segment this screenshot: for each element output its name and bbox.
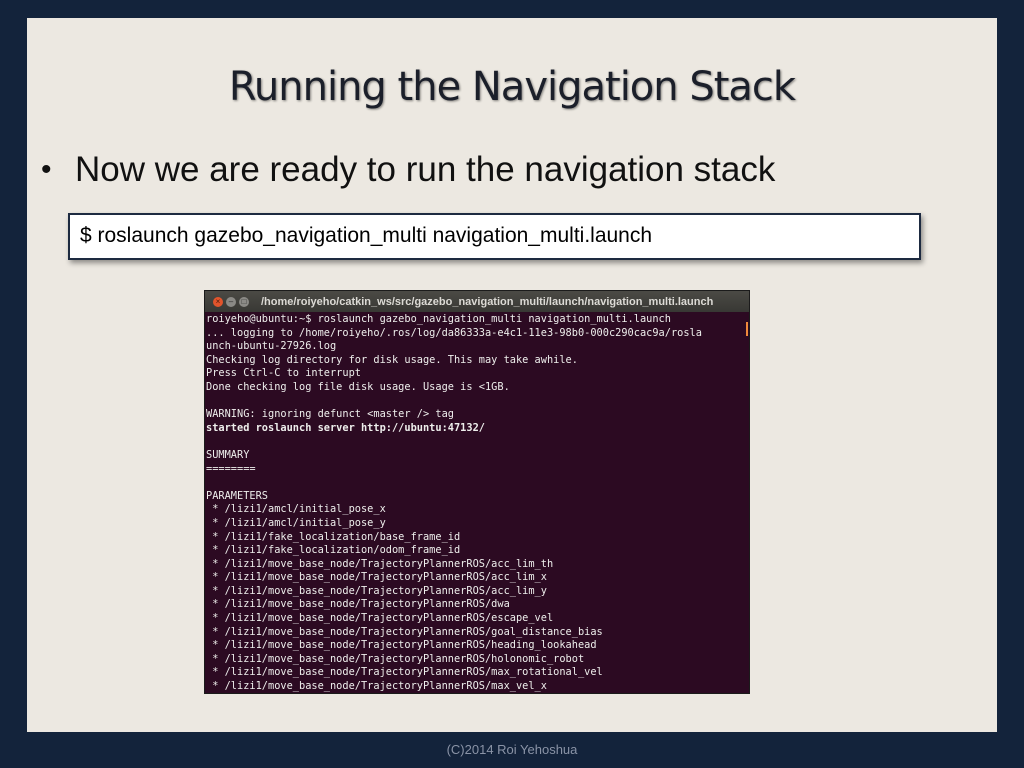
terminal-line: * /lizi1/move_base_node/TrajectoryPlanne… bbox=[206, 680, 547, 693]
terminal-line: * /lizi1/move_base_node/TrajectoryPlanne… bbox=[206, 584, 547, 597]
terminal-line: ======== bbox=[206, 462, 256, 475]
terminal-line: Checking log directory for disk usage. T… bbox=[206, 353, 578, 366]
terminal-line: SUMMARY bbox=[206, 448, 250, 461]
terminal-line: * /lizi1/move_base_node/TrajectoryPlanne… bbox=[206, 652, 585, 665]
terminal-line: roiyeho@ubuntu:~$ roslaunch gazebo_navig… bbox=[206, 313, 671, 325]
slide: Running the Navigation Stack • Now we ar… bbox=[27, 18, 997, 732]
terminal-title: /home/roiyeho/catkin_ws/src/gazebo_navig… bbox=[261, 295, 714, 308]
terminal-cursor bbox=[746, 322, 748, 336]
terminal-titlebar[interactable]: × – □ /home/roiyeho/catkin_ws/src/gazebo… bbox=[205, 291, 749, 312]
bullet-item: • Now we are ready to run the navigation… bbox=[39, 150, 775, 190]
terminal-line: * /lizi1/move_base_node/TrajectoryPlanne… bbox=[206, 625, 603, 638]
terminal-line: * /lizi1/fake_localization/odom_frame_id bbox=[206, 544, 461, 557]
terminal-line: * /lizi1/move_base_node/TrajectoryPlanne… bbox=[206, 598, 510, 611]
close-icon[interactable]: × bbox=[213, 296, 223, 307]
terminal-line: * /lizi1/move_base_node/TrajectoryPlanne… bbox=[206, 571, 547, 584]
terminal-line: * /lizi1/move_base_node/TrajectoryPlanne… bbox=[206, 612, 554, 625]
terminal-line: * /lizi1/move_base_node/TrajectoryPlanne… bbox=[206, 639, 597, 652]
terminal-line: ... logging to /home/roiyeho/.ros/log/da… bbox=[206, 326, 702, 339]
terminal-line: Press Ctrl-C to interrupt bbox=[206, 367, 361, 380]
terminal-line: unch-ubuntu-27926.log bbox=[206, 340, 337, 353]
terminal-window[interactable]: × – □ /home/roiyeho/catkin_ws/src/gazebo… bbox=[204, 290, 750, 694]
terminal-line: * /lizi1/fake_localization/base_frame_id bbox=[206, 530, 461, 543]
slide-footer: (C)2014 Roi Yehoshua bbox=[446, 742, 578, 757]
terminal-line: * /lizi1/move_base_node/TrajectoryPlanne… bbox=[206, 666, 603, 679]
terminal-line: WARNING: ignoring defunct <master /> tag bbox=[206, 408, 454, 421]
terminal-line: * /lizi1/amcl/initial_pose_x bbox=[206, 503, 386, 516]
terminal-line: * /lizi1/amcl/initial_pose_y bbox=[206, 516, 386, 529]
terminal-line: started roslaunch server http://ubuntu:4… bbox=[206, 421, 485, 434]
bullet-text: Now we are ready to run the navigation s… bbox=[75, 150, 776, 189]
bullet-dot-icon: • bbox=[41, 153, 52, 186]
terminal-line: * /lizi1/move_base_node/TrajectoryPlanne… bbox=[206, 557, 554, 570]
maximize-icon[interactable]: □ bbox=[239, 296, 249, 307]
slide-title: Running the Navigation Stack bbox=[228, 64, 796, 110]
terminal-line: PARAMETERS bbox=[206, 489, 268, 502]
command-box: $ roslaunch gazebo_navigation_multi navi… bbox=[68, 213, 921, 260]
terminal-line: Done checking log file disk usage. Usage… bbox=[206, 380, 510, 393]
terminal-output[interactable]: roiyeho@ubuntu:~$ roslaunch gazebo_navig… bbox=[205, 312, 749, 693]
minimize-icon[interactable]: – bbox=[226, 296, 236, 307]
